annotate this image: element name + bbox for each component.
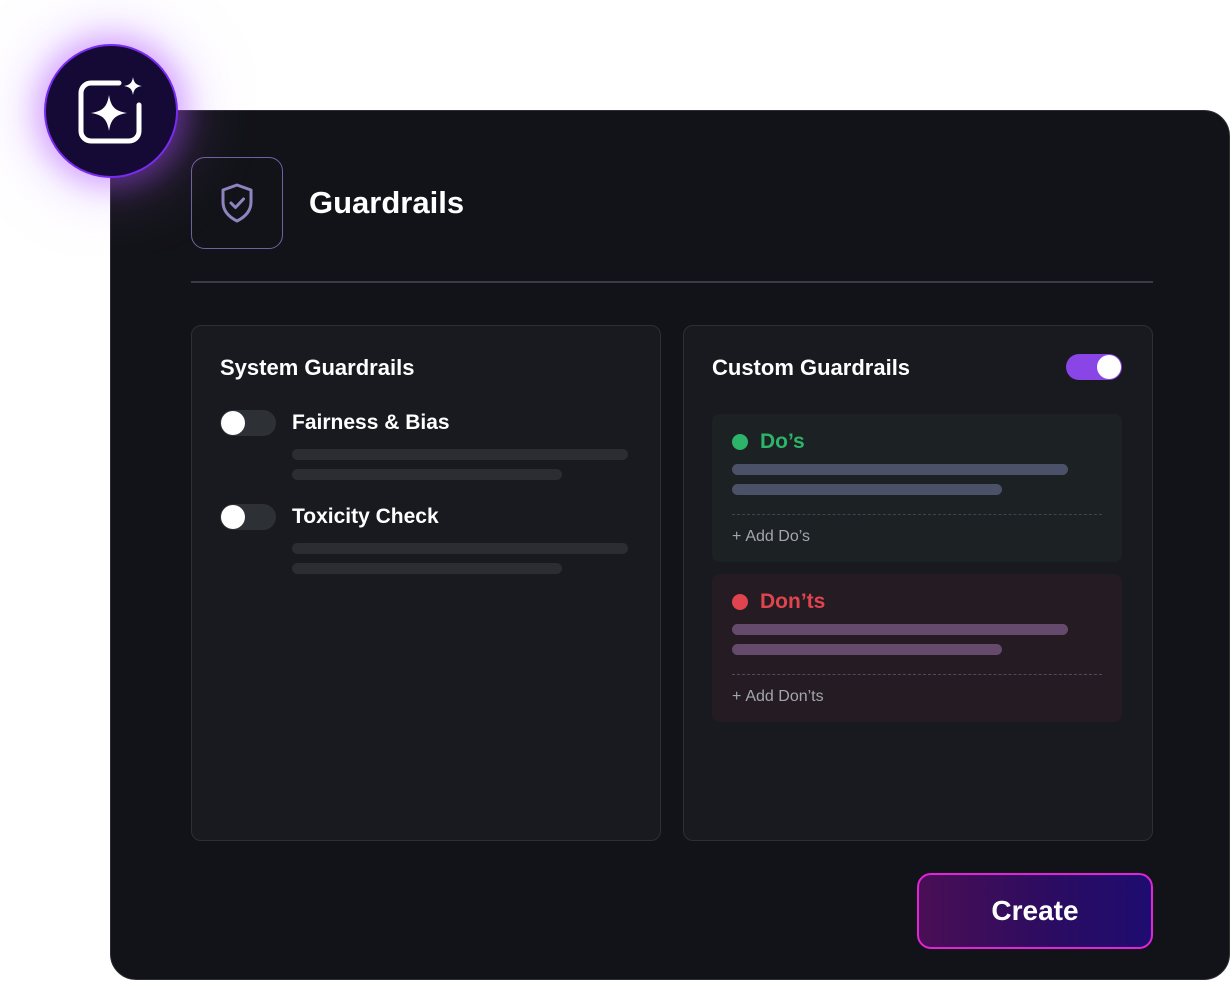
header-divider [191, 281, 1153, 283]
dos-rule-line [732, 464, 1068, 475]
donts-section: Don’ts + Add Don’ts [712, 574, 1122, 722]
fairness-description-line [292, 449, 628, 460]
fairness-bias-toggle[interactable] [220, 410, 276, 436]
custom-guardrails-toggle[interactable] [1066, 354, 1122, 380]
plus-icon: + [732, 528, 742, 545]
system-guardrails-title: System Guardrails [220, 355, 415, 380]
add-donts-button[interactable]: + Add Don’ts [732, 686, 824, 708]
fairness-description-line [292, 469, 562, 480]
page-title: Guardrails [309, 185, 465, 220]
add-dos-label: Add Do’s [745, 528, 810, 545]
donts-rule-line [732, 644, 1002, 655]
plus-icon: + [732, 688, 742, 705]
toggle-knob [221, 505, 245, 529]
dos-divider [732, 514, 1102, 515]
donts-title: Don’ts [760, 590, 826, 613]
add-dos-button[interactable]: + Add Do’s [732, 526, 810, 548]
toggle-knob [221, 411, 245, 435]
shield-check-icon [221, 183, 253, 223]
create-button[interactable]: Create [917, 873, 1153, 949]
guardrails-panel: Guardrails System Guardrails Fairness & … [110, 110, 1230, 980]
add-donts-label: Add Don’ts [745, 688, 824, 705]
donts-rule-line [732, 624, 1068, 635]
custom-guardrails-title: Custom Guardrails [712, 355, 911, 380]
donts-status-dot [732, 594, 748, 610]
system-guardrails-card: System Guardrails Fairness & Bias Toxici… [191, 325, 661, 841]
toxicity-check-toggle[interactable] [220, 504, 276, 530]
donts-divider [732, 674, 1102, 675]
fairness-bias-label: Fairness & Bias [292, 411, 450, 434]
toggle-knob [1097, 355, 1121, 379]
ai-sparkle-badge [44, 44, 178, 178]
sparkle-icon [78, 77, 142, 144]
shield-icon-container [191, 157, 283, 249]
toxicity-description-line [292, 543, 628, 554]
toxicity-check-label: Toxicity Check [292, 505, 439, 528]
dos-status-dot [732, 434, 748, 450]
custom-guardrails-card: Custom Guardrails Do’s + Add Do’s Don’ts … [683, 325, 1153, 841]
dos-rule-line [732, 484, 1002, 495]
dos-title: Do’s [760, 430, 805, 453]
dos-section: Do’s + Add Do’s [712, 414, 1122, 562]
toxicity-description-line [292, 563, 562, 574]
